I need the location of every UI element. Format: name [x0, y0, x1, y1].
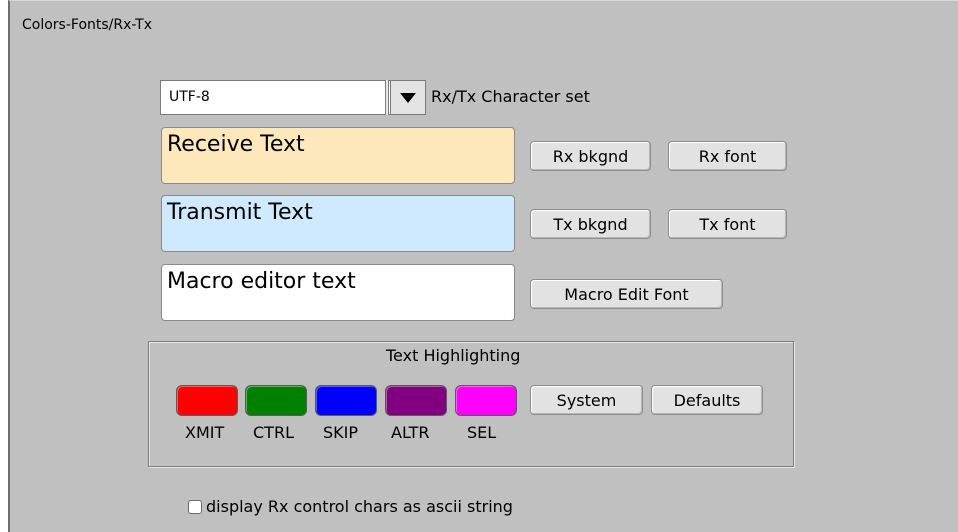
altr-color-swatch[interactable] — [385, 385, 447, 416]
macro-editor-text-preview: Macro editor text — [161, 264, 515, 321]
skip-label: SKIP — [323, 423, 359, 442]
charset-select[interactable]: UTF-8 — [160, 80, 426, 115]
rx-bkgnd-button[interactable]: Rx bkgnd — [530, 141, 651, 171]
rx-control-chars-checkbox[interactable] — [188, 500, 202, 514]
system-colors-button[interactable]: System — [530, 385, 643, 415]
skip-color-swatch[interactable] — [315, 385, 377, 416]
sel-label: SEL — [467, 423, 497, 442]
charset-label: Rx/Tx Character set — [431, 87, 590, 106]
transmit-text-preview: Transmit Text — [161, 195, 515, 252]
panel-title: Colors-Fonts/Rx-Tx — [22, 17, 153, 33]
tx-bkgnd-button[interactable]: Tx bkgnd — [530, 209, 651, 239]
rx-font-button[interactable]: Rx font — [668, 141, 787, 171]
sel-color-swatch[interactable] — [455, 385, 517, 416]
text-highlighting-group: Text Highlighting XMIT CTRL SKIP ALTR SE… — [148, 341, 794, 467]
rx-control-chars-label: display Rx control chars as ascii string — [206, 497, 513, 516]
receive-text-preview: Receive Text — [161, 127, 515, 184]
tx-font-button[interactable]: Tx font — [668, 209, 787, 239]
charset-dropdown-button[interactable] — [390, 80, 426, 115]
ctrl-label: CTRL — [253, 423, 294, 442]
xmit-color-swatch[interactable] — [176, 385, 238, 416]
altr-label: ALTR — [391, 423, 430, 442]
charset-value: UTF-8 — [169, 89, 210, 105]
text-highlighting-title: Text Highlighting — [386, 346, 521, 365]
defaults-colors-button[interactable]: Defaults — [651, 385, 763, 415]
charset-separator — [385, 80, 389, 115]
macro-edit-font-button[interactable]: Macro Edit Font — [530, 279, 723, 309]
xmit-label: XMIT — [185, 423, 225, 442]
ctrl-color-swatch[interactable] — [245, 385, 307, 416]
colors-fonts-rxtx-panel: Colors-Fonts/Rx-Tx UTF-8 Rx/Tx Character… — [8, 0, 958, 532]
triangle-down-icon — [400, 92, 416, 103]
